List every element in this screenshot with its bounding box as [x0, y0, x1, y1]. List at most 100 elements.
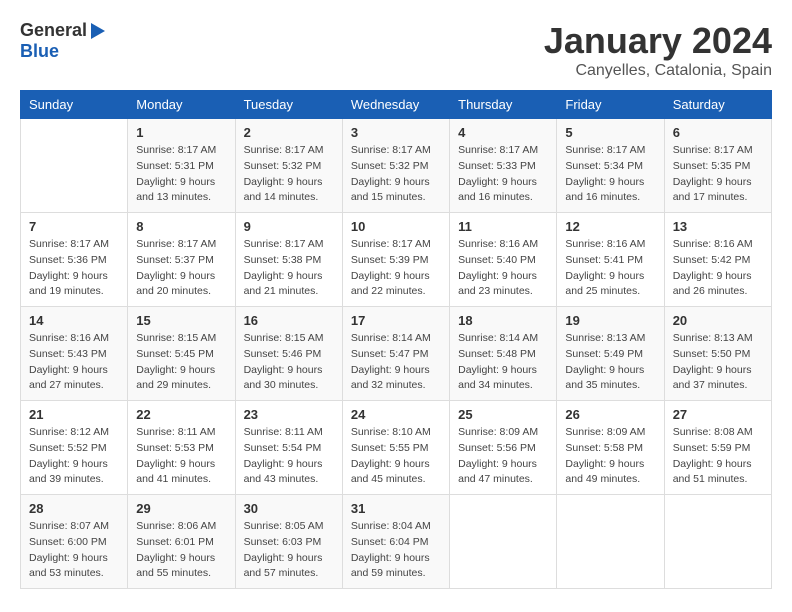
calendar-day-cell: 29 Sunrise: 8:06 AMSunset: 6:01 PMDayligh… — [128, 495, 235, 589]
calendar-day-cell: 19Sunrise: 8:13 AMSunset: 5:49 PMDayligh… — [557, 307, 664, 401]
day-number: 23 — [244, 407, 334, 422]
day-number: 11 — [458, 219, 548, 234]
day-number: 22 — [136, 407, 226, 422]
day-info: Sunrise: 8:06 AMSunset: 6:01 PMDaylight:… — [136, 519, 226, 582]
day-info: Sunrise: 8:13 AMSunset: 5:50 PMDaylight:… — [673, 331, 763, 394]
day-of-week-header: Monday — [128, 91, 235, 119]
day-number: 7 — [29, 219, 119, 234]
calendar-day-cell: 24 Sunrise: 8:10 AMSunset: 5:55 PMDayligh… — [342, 401, 449, 495]
day-info: Sunrise: 8:05 AMSunset: 6:03 PMDaylight:… — [244, 519, 334, 582]
day-info: Sunrise: 8:15 AMSunset: 5:45 PMDaylight:… — [136, 331, 226, 394]
day-number: 29 — [136, 501, 226, 516]
day-info: Sunrise: 8:09 AMSunset: 5:58 PMDaylight:… — [565, 425, 655, 488]
logo: General Blue — [20, 20, 105, 62]
calendar-week-row: 28 Sunrise: 8:07 AMSunset: 6:00 PMDayligh… — [21, 495, 772, 589]
day-info: Sunrise: 8:17 AMSunset: 5:35 PMDaylight:… — [673, 143, 763, 206]
day-info: Sunrise: 8:09 AMSunset: 5:56 PMDaylight:… — [458, 425, 548, 488]
day-info: Sunrise: 8:16 AMSunset: 5:42 PMDaylight:… — [673, 237, 763, 300]
day-number: 6 — [673, 125, 763, 140]
day-number: 30 — [244, 501, 334, 516]
day-number: 20 — [673, 313, 763, 328]
day-number: 5 — [565, 125, 655, 140]
day-info: Sunrise: 8:16 AMSunset: 5:43 PMDaylight:… — [29, 331, 119, 394]
day-info: Sunrise: 8:17 AMSunset: 5:32 PMDaylight:… — [351, 143, 441, 206]
day-number: 31 — [351, 501, 441, 516]
calendar-week-row: 21 Sunrise: 8:12 AMSunset: 5:52 PMDayligh… — [21, 401, 772, 495]
day-number: 27 — [673, 407, 763, 422]
day-number: 26 — [565, 407, 655, 422]
day-number: 9 — [244, 219, 334, 234]
day-info: Sunrise: 8:16 AMSunset: 5:41 PMDaylight:… — [565, 237, 655, 300]
day-info: Sunrise: 8:14 AMSunset: 5:47 PMDaylight:… — [351, 331, 441, 394]
day-number: 10 — [351, 219, 441, 234]
day-number: 13 — [673, 219, 763, 234]
day-info: Sunrise: 8:07 AMSunset: 6:00 PMDaylight:… — [29, 519, 119, 582]
day-info: Sunrise: 8:11 AMSunset: 5:53 PMDaylight:… — [136, 425, 226, 488]
calendar-day-cell: 7Sunrise: 8:17 AMSunset: 5:36 PMDaylight… — [21, 213, 128, 307]
title-section: January 2024 Canyelles, Catalonia, Spain — [544, 20, 772, 80]
calendar-day-cell: 17 Sunrise: 8:14 AMSunset: 5:47 PMDayligh… — [342, 307, 449, 401]
calendar-day-cell: 31 Sunrise: 8:04 AMSunset: 6:04 PMDayligh… — [342, 495, 449, 589]
day-of-week-header: Friday — [557, 91, 664, 119]
day-info: Sunrise: 8:17 AMSunset: 5:37 PMDaylight:… — [136, 237, 226, 300]
calendar-day-cell: 3 Sunrise: 8:17 AMSunset: 5:32 PMDaylight… — [342, 119, 449, 213]
calendar-day-cell: 12 Sunrise: 8:16 AMSunset: 5:41 PMDayligh… — [557, 213, 664, 307]
calendar-day-cell: 8 Sunrise: 8:17 AMSunset: 5:37 PMDaylight… — [128, 213, 235, 307]
day-number: 14 — [29, 313, 119, 328]
calendar-day-cell: 28 Sunrise: 8:07 AMSunset: 6:00 PMDayligh… — [21, 495, 128, 589]
calendar-day-cell: 4 Sunrise: 8:17 AMSunset: 5:33 PMDaylight… — [450, 119, 557, 213]
logo-blue-text: Blue — [20, 41, 59, 62]
day-info: Sunrise: 8:12 AMSunset: 5:52 PMDaylight:… — [29, 425, 119, 488]
calendar-day-cell: 30 Sunrise: 8:05 AMSunset: 6:03 PMDayligh… — [235, 495, 342, 589]
calendar-day-cell — [557, 495, 664, 589]
days-of-week-row: SundayMondayTuesdayWednesdayThursdayFrid… — [21, 91, 772, 119]
calendar-day-cell: 25Sunrise: 8:09 AMSunset: 5:56 PMDayligh… — [450, 401, 557, 495]
calendar-day-cell: 11 Sunrise: 8:16 AMSunset: 5:40 PMDayligh… — [450, 213, 557, 307]
day-of-week-header: Wednesday — [342, 91, 449, 119]
calendar-day-cell: 23Sunrise: 8:11 AMSunset: 5:54 PMDayligh… — [235, 401, 342, 495]
logo-general-text: General — [20, 20, 87, 41]
calendar-body: 1 Sunrise: 8:17 AMSunset: 5:31 PMDaylight… — [21, 119, 772, 589]
calendar-day-cell: 13 Sunrise: 8:16 AMSunset: 5:42 PMDayligh… — [664, 213, 771, 307]
day-info: Sunrise: 8:17 AMSunset: 5:33 PMDaylight:… — [458, 143, 548, 206]
calendar-day-cell: 5Sunrise: 8:17 AMSunset: 5:34 PMDaylight… — [557, 119, 664, 213]
calendar-header: SundayMondayTuesdayWednesdayThursdayFrid… — [21, 91, 772, 119]
day-of-week-header: Tuesday — [235, 91, 342, 119]
day-number: 28 — [29, 501, 119, 516]
day-number: 8 — [136, 219, 226, 234]
day-number: 18 — [458, 313, 548, 328]
calendar-day-cell: 21 Sunrise: 8:12 AMSunset: 5:52 PMDayligh… — [21, 401, 128, 495]
calendar-day-cell — [21, 119, 128, 213]
calendar-day-cell: 18Sunrise: 8:14 AMSunset: 5:48 PMDayligh… — [450, 307, 557, 401]
calendar-day-cell: 26 Sunrise: 8:09 AMSunset: 5:58 PMDayligh… — [557, 401, 664, 495]
calendar-day-cell: 6 Sunrise: 8:17 AMSunset: 5:35 PMDaylight… — [664, 119, 771, 213]
day-info: Sunrise: 8:17 AMSunset: 5:31 PMDaylight:… — [136, 143, 226, 206]
day-number: 21 — [29, 407, 119, 422]
day-info: Sunrise: 8:08 AMSunset: 5:59 PMDaylight:… — [673, 425, 763, 488]
day-info: Sunrise: 8:13 AMSunset: 5:49 PMDaylight:… — [565, 331, 655, 394]
day-number: 16 — [244, 313, 334, 328]
day-info: Sunrise: 8:17 AMSunset: 5:38 PMDaylight:… — [244, 237, 334, 300]
day-of-week-header: Saturday — [664, 91, 771, 119]
calendar-day-cell: 20 Sunrise: 8:13 AMSunset: 5:50 PMDayligh… — [664, 307, 771, 401]
calendar-day-cell: 27 Sunrise: 8:08 AMSunset: 5:59 PMDayligh… — [664, 401, 771, 495]
calendar-day-cell: 10Sunrise: 8:17 AMSunset: 5:39 PMDayligh… — [342, 213, 449, 307]
day-info: Sunrise: 8:04 AMSunset: 6:04 PMDaylight:… — [351, 519, 441, 582]
day-info: Sunrise: 8:16 AMSunset: 5:40 PMDaylight:… — [458, 237, 548, 300]
page-header: General Blue January 2024 Canyelles, Cat… — [20, 20, 772, 80]
calendar-day-cell: 1 Sunrise: 8:17 AMSunset: 5:31 PMDaylight… — [128, 119, 235, 213]
calendar-week-row: 1 Sunrise: 8:17 AMSunset: 5:31 PMDaylight… — [21, 119, 772, 213]
day-number: 1 — [136, 125, 226, 140]
calendar-table: SundayMondayTuesdayWednesdayThursdayFrid… — [20, 90, 772, 589]
calendar-day-cell: 9 Sunrise: 8:17 AMSunset: 5:38 PMDaylight… — [235, 213, 342, 307]
month-title: January 2024 — [544, 20, 772, 62]
day-number: 3 — [351, 125, 441, 140]
day-number: 24 — [351, 407, 441, 422]
calendar-day-cell: 22 Sunrise: 8:11 AMSunset: 5:53 PMDayligh… — [128, 401, 235, 495]
day-number: 15 — [136, 313, 226, 328]
day-info: Sunrise: 8:10 AMSunset: 5:55 PMDaylight:… — [351, 425, 441, 488]
day-info: Sunrise: 8:15 AMSunset: 5:46 PMDaylight:… — [244, 331, 334, 394]
day-number: 17 — [351, 313, 441, 328]
day-number: 4 — [458, 125, 548, 140]
day-number: 12 — [565, 219, 655, 234]
